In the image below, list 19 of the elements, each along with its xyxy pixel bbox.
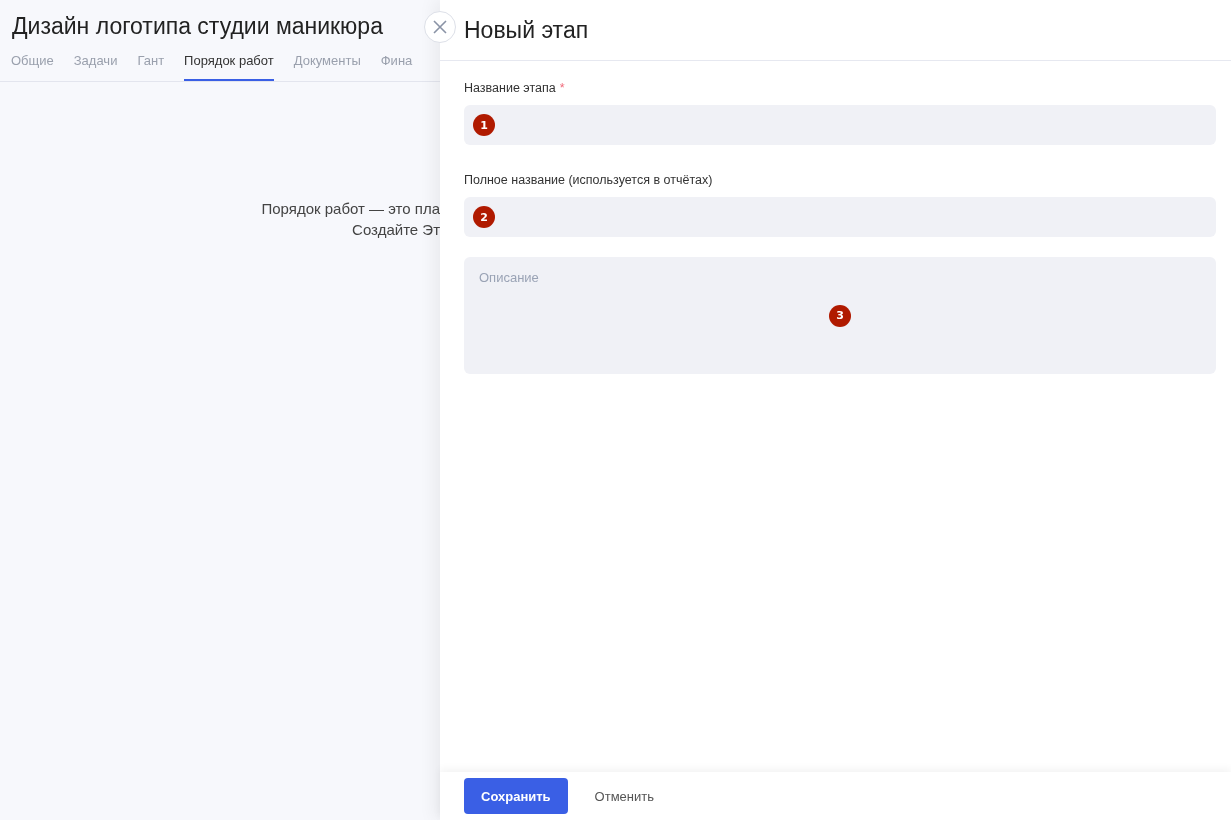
tab[interactable]: Порядок работ — [184, 50, 274, 81]
input-field[interactable] — [464, 197, 1216, 237]
input-field[interactable] — [464, 105, 1216, 145]
required-mark: * — [559, 81, 565, 95]
tab[interactable]: Фина — [380, 50, 413, 81]
empty-state-text: Порядок работ — это пла — [261, 200, 440, 217]
empty-state-text: Создайте Эт — [352, 221, 440, 238]
tab[interactable]: Документы — [293, 50, 361, 81]
save-button[interactable]: Сохранить — [464, 778, 568, 814]
close-icon — [433, 20, 447, 34]
cancel-button[interactable]: Отменить — [577, 778, 671, 814]
field-label: Полное название (используется в отчётах) — [464, 173, 713, 187]
tab[interactable]: Гант — [137, 50, 165, 81]
field-label: Название этапа — [464, 81, 556, 95]
project-title: Дизайн логотипа студии маникюра — [12, 13, 384, 40]
tab[interactable]: Задачи — [73, 50, 118, 81]
drawer-title: Новый этап — [464, 16, 589, 44]
close-button[interactable] — [424, 11, 456, 43]
tab[interactable]: Общие — [11, 50, 54, 81]
